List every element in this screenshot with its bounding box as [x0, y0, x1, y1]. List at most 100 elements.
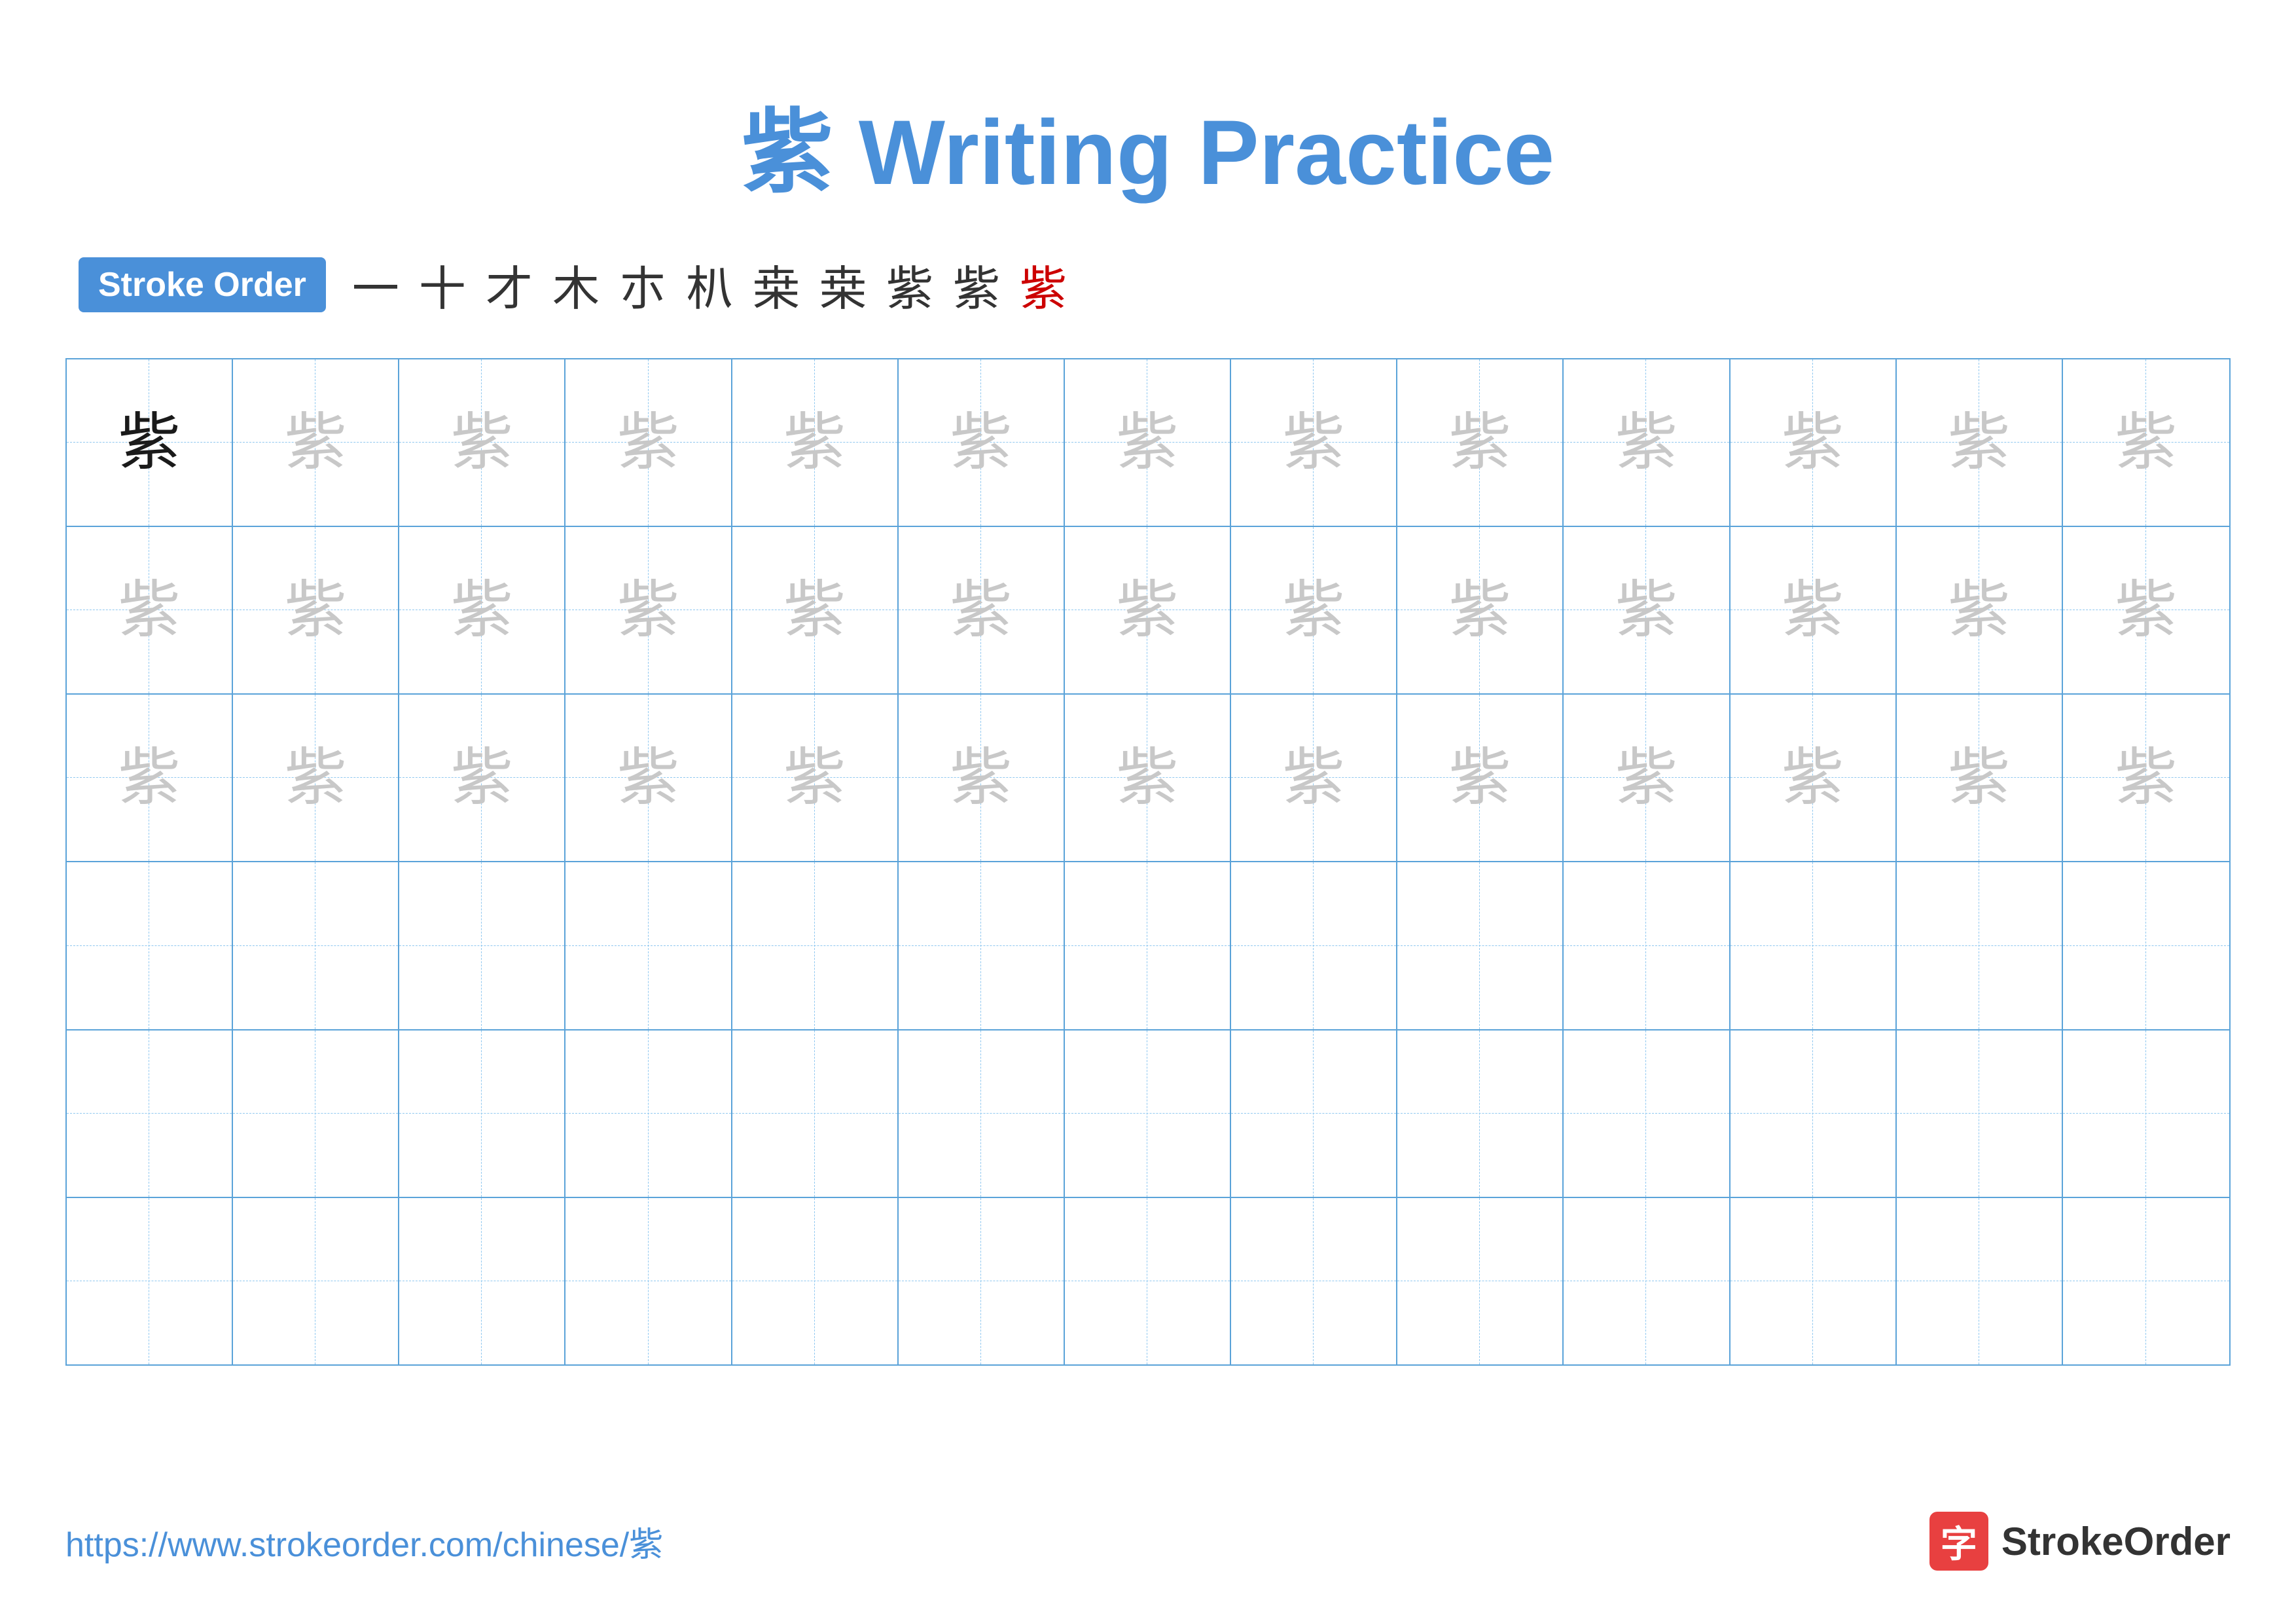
grid-cell-6-7[interactable] [1065, 1198, 1231, 1364]
grid-cell-1-8[interactable]: 紫 [1231, 359, 1397, 526]
grid-cell-4-10[interactable] [1564, 862, 1730, 1029]
grid-cell-6-9[interactable] [1397, 1198, 1564, 1364]
grid-cell-2-2[interactable]: 紫 [233, 527, 399, 693]
stroke-step-8: 桒 [819, 250, 867, 319]
grid-cell-6-8[interactable] [1231, 1198, 1397, 1364]
stroke-step-3: 才 [486, 250, 533, 319]
grid-cell-6-2[interactable] [233, 1198, 399, 1364]
footer-url[interactable]: https://www.strokeorder.com/chinese/紫 [65, 1517, 663, 1566]
strokeorder-logo-icon: 字 [1929, 1512, 1988, 1571]
grid-cell-1-1[interactable]: 紫 [67, 359, 233, 526]
grid-cell-3-13[interactable]: 紫 [2063, 695, 2229, 861]
grid-cell-1-5[interactable]: 紫 [732, 359, 899, 526]
grid-cell-2-7[interactable]: 紫 [1065, 527, 1231, 693]
char-display: 紫 [2115, 747, 2177, 809]
char-display: 紫 [2115, 579, 2177, 642]
grid-cell-2-5[interactable]: 紫 [732, 527, 899, 693]
char-display: 紫 [118, 747, 181, 809]
grid-cell-6-4[interactable] [565, 1198, 732, 1364]
stroke-sequence: 一 十 才 木 朩 朳 桒 桒 紫 紫 紫 [352, 250, 1067, 319]
grid-cell-5-1[interactable] [67, 1030, 233, 1197]
grid-cell-4-12[interactable] [1897, 862, 2063, 1029]
grid-cell-6-6[interactable] [899, 1198, 1065, 1364]
grid-cell-6-13[interactable] [2063, 1198, 2229, 1364]
grid-cell-3-1[interactable]: 紫 [67, 695, 233, 861]
char-display: 紫 [451, 747, 513, 809]
grid-cell-5-10[interactable] [1564, 1030, 1730, 1197]
grid-cell-4-13[interactable] [2063, 862, 2229, 1029]
grid-cell-1-13[interactable]: 紫 [2063, 359, 2229, 526]
grid-cell-1-12[interactable]: 紫 [1897, 359, 2063, 526]
grid-row-5 [67, 1030, 2229, 1198]
grid-cell-5-6[interactable] [899, 1030, 1065, 1197]
grid-cell-4-2[interactable] [233, 862, 399, 1029]
grid-cell-5-13[interactable] [2063, 1030, 2229, 1197]
grid-cell-2-1[interactable]: 紫 [67, 527, 233, 693]
stroke-step-5: 朩 [619, 250, 666, 319]
grid-cell-6-12[interactable] [1897, 1198, 2063, 1364]
grid-cell-2-13[interactable]: 紫 [2063, 527, 2229, 693]
grid-cell-4-6[interactable] [899, 862, 1065, 1029]
grid-cell-4-5[interactable] [732, 862, 899, 1029]
grid-cell-1-4[interactable]: 紫 [565, 359, 732, 526]
grid-cell-6-3[interactable] [399, 1198, 565, 1364]
grid-cell-3-12[interactable]: 紫 [1897, 695, 2063, 861]
grid-cell-3-3[interactable]: 紫 [399, 695, 565, 861]
grid-cell-2-8[interactable]: 紫 [1231, 527, 1397, 693]
grid-cell-1-2[interactable]: 紫 [233, 359, 399, 526]
grid-cell-5-4[interactable] [565, 1030, 732, 1197]
char-display: 紫 [1615, 579, 1677, 642]
grid-cell-5-2[interactable] [233, 1030, 399, 1197]
grid-cell-1-6[interactable]: 紫 [899, 359, 1065, 526]
grid-cell-2-12[interactable]: 紫 [1897, 527, 2063, 693]
stroke-step-6: 朳 [686, 250, 733, 319]
grid-cell-4-4[interactable] [565, 862, 732, 1029]
grid-cell-3-7[interactable]: 紫 [1065, 695, 1231, 861]
stroke-order-section: Stroke Order 一 十 才 木 朩 朳 桒 桒 紫 紫 紫 [65, 250, 2231, 319]
grid-cell-2-11[interactable]: 紫 [1731, 527, 1897, 693]
char-display: 紫 [950, 412, 1012, 474]
grid-cell-5-7[interactable] [1065, 1030, 1231, 1197]
char-display: 紫 [783, 412, 846, 474]
char-display: 紫 [1116, 412, 1178, 474]
grid-cell-6-5[interactable] [732, 1198, 899, 1364]
grid-cell-5-3[interactable] [399, 1030, 565, 1197]
grid-cell-3-10[interactable]: 紫 [1564, 695, 1730, 861]
grid-cell-4-7[interactable] [1065, 862, 1231, 1029]
grid-cell-6-1[interactable] [67, 1198, 233, 1364]
grid-cell-4-11[interactable] [1731, 862, 1897, 1029]
grid-cell-5-11[interactable] [1731, 1030, 1897, 1197]
char-display: 紫 [285, 579, 347, 642]
grid-cell-5-5[interactable] [732, 1030, 899, 1197]
grid-cell-5-9[interactable] [1397, 1030, 1564, 1197]
grid-cell-2-4[interactable]: 紫 [565, 527, 732, 693]
footer-logo: 字 StrokeOrder [1929, 1512, 2231, 1571]
grid-cell-5-8[interactable] [1231, 1030, 1397, 1197]
grid-cell-2-3[interactable]: 紫 [399, 527, 565, 693]
grid-cell-1-9[interactable]: 紫 [1397, 359, 1564, 526]
grid-cell-5-12[interactable] [1897, 1030, 2063, 1197]
grid-cell-1-11[interactable]: 紫 [1731, 359, 1897, 526]
grid-cell-3-4[interactable]: 紫 [565, 695, 732, 861]
grid-cell-3-5[interactable]: 紫 [732, 695, 899, 861]
grid-cell-4-1[interactable] [67, 862, 233, 1029]
grid-cell-1-3[interactable]: 紫 [399, 359, 565, 526]
grid-cell-1-7[interactable]: 紫 [1065, 359, 1231, 526]
grid-cell-3-6[interactable]: 紫 [899, 695, 1065, 861]
grid-cell-4-3[interactable] [399, 862, 565, 1029]
grid-cell-6-11[interactable] [1731, 1198, 1897, 1364]
grid-cell-2-10[interactable]: 紫 [1564, 527, 1730, 693]
grid-cell-1-10[interactable]: 紫 [1564, 359, 1730, 526]
grid-cell-2-6[interactable]: 紫 [899, 527, 1065, 693]
grid-cell-2-9[interactable]: 紫 [1397, 527, 1564, 693]
stroke-step-4: 木 [552, 250, 600, 319]
grid-cell-6-10[interactable] [1564, 1198, 1730, 1364]
grid-cell-4-8[interactable] [1231, 862, 1397, 1029]
grid-cell-3-9[interactable]: 紫 [1397, 695, 1564, 861]
grid-cell-3-2[interactable]: 紫 [233, 695, 399, 861]
grid-cell-3-11[interactable]: 紫 [1731, 695, 1897, 861]
grid-cell-4-9[interactable] [1397, 862, 1564, 1029]
char-display: 紫 [285, 747, 347, 809]
char-display: 紫 [118, 412, 181, 474]
grid-cell-3-8[interactable]: 紫 [1231, 695, 1397, 861]
